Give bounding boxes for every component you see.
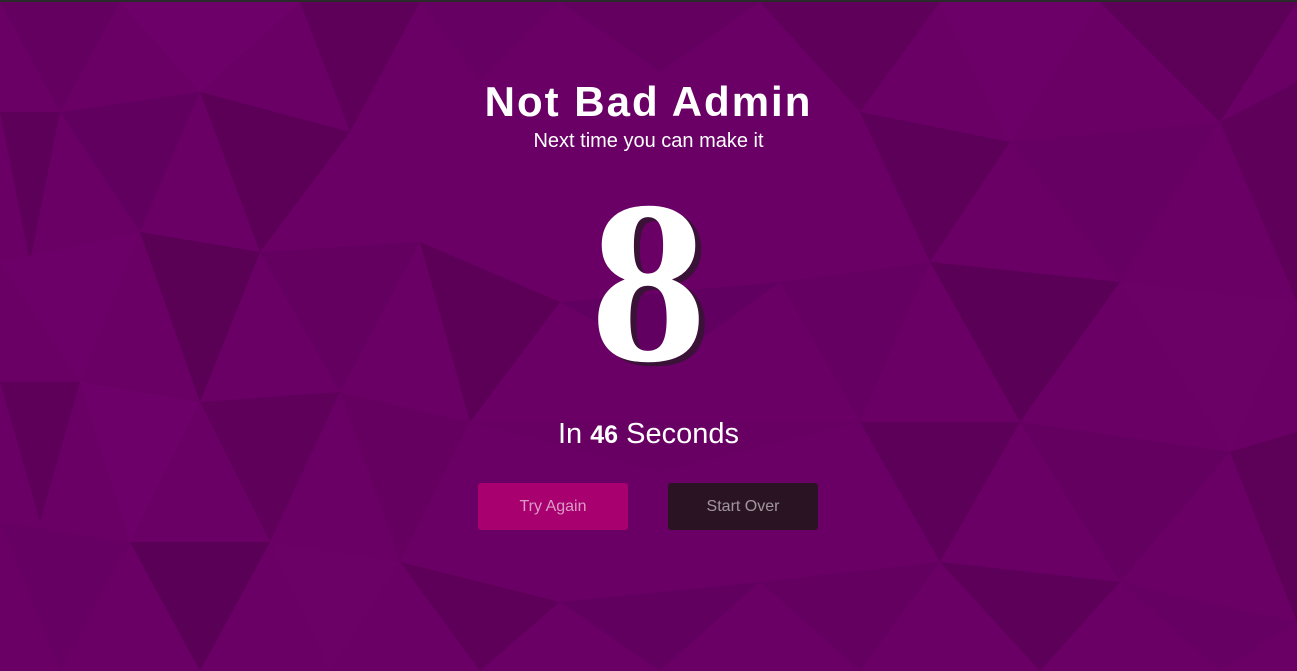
elapsed-time-prefix: In: [558, 418, 583, 450]
elapsed-time-value: 46: [590, 421, 619, 449]
elapsed-time: In 46 Seconds: [0, 418, 1297, 451]
page-title: Not Bad Admin: [484, 78, 813, 125]
page-subtitle: Next time you can make it: [533, 130, 764, 152]
result-panel: Not Bad Admin Next time you can make it …: [0, 0, 1297, 671]
start-over-button[interactable]: Start Over: [668, 483, 818, 530]
score-number: 8: [590, 154, 707, 411]
try-again-button[interactable]: Try Again: [478, 483, 628, 530]
elapsed-time-suffix: Seconds: [626, 418, 739, 450]
